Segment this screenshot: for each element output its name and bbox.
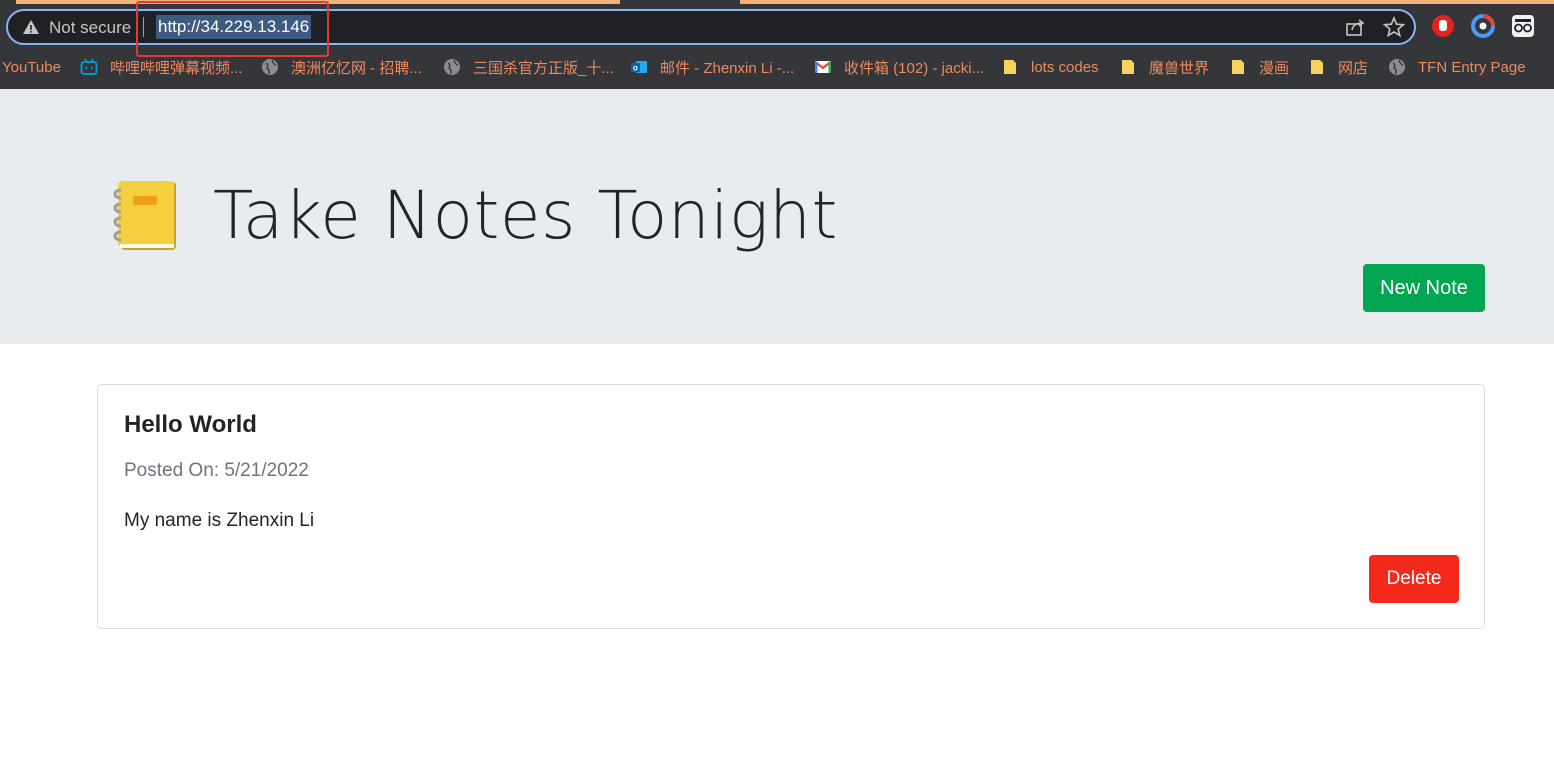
glasses-extension-icon[interactable]	[1510, 13, 1536, 39]
notebook-icon	[113, 181, 176, 250]
folder-icon	[1311, 60, 1323, 74]
globe-icon	[262, 59, 278, 75]
bookmark-tfn-entry[interactable]: TFN Entry Page	[1388, 53, 1526, 81]
note-card: Hello World Posted On: 5/21/2022 My name…	[97, 384, 1485, 629]
bookmarks-bar: YouTube 哔哩哔哩弹幕视频... 澳洲亿忆网 - 招聘... 三国杀官方正…	[0, 53, 1554, 81]
stop-hand-extension-icon[interactable]	[1430, 13, 1456, 39]
colorful-extension-icon[interactable]	[1470, 13, 1496, 39]
bookmark-youtube[interactable]: YouTube	[2, 53, 61, 81]
svg-text:o: o	[633, 64, 638, 73]
gmail-icon	[814, 61, 832, 73]
warning-icon[interactable]	[22, 18, 40, 36]
active-tab[interactable]	[620, 0, 740, 4]
browser-chrome: Not secure http://34.229.13.146 YouTube	[0, 0, 1554, 89]
folder-icon	[1004, 60, 1016, 74]
security-label[interactable]: Not secure	[49, 18, 131, 38]
bookmark-australia-job[interactable]: 澳洲亿忆网 - 招聘...	[261, 53, 422, 81]
outlook-icon: o	[631, 61, 647, 73]
star-icon[interactable]	[1383, 16, 1405, 38]
folder-icon	[1232, 60, 1244, 74]
note-title: Hello World	[124, 411, 257, 438]
bookmark-folder-comics[interactable]: 漫画	[1229, 53, 1289, 81]
delete-note-button[interactable]: Delete	[1369, 555, 1459, 603]
note-posted-date: Posted On: 5/21/2022	[124, 460, 309, 481]
bookmark-folder-online-shop[interactable]: 网店	[1308, 53, 1368, 81]
globe-icon	[444, 59, 460, 75]
folder-icon	[1122, 60, 1134, 74]
new-note-button[interactable]: New Note	[1363, 264, 1485, 312]
bookmark-folder-lots-codes[interactable]: lots codes	[1001, 53, 1099, 81]
bookmark-folder-wow[interactable]: 魔兽世界	[1119, 53, 1209, 81]
note-body: My name is Zhenxin Li	[124, 510, 315, 531]
share-icon[interactable]	[1344, 16, 1366, 38]
globe-icon	[1389, 59, 1405, 75]
bookmark-outlook-mail[interactable]: o 邮件 - Zhenxin Li -...	[630, 53, 794, 81]
bookmark-gmail-inbox[interactable]: 收件箱 (102) - jacki...	[814, 53, 984, 81]
bookmark-bilibili[interactable]: 哔哩哔哩弹幕视频...	[80, 53, 243, 81]
bookmark-sanguosha[interactable]: 三国杀官方正版_十...	[443, 53, 614, 81]
page-title: Take Notes Tonight	[213, 177, 838, 254]
url-highlight-annotation	[136, 1, 329, 57]
bilibili-icon	[80, 58, 98, 75]
